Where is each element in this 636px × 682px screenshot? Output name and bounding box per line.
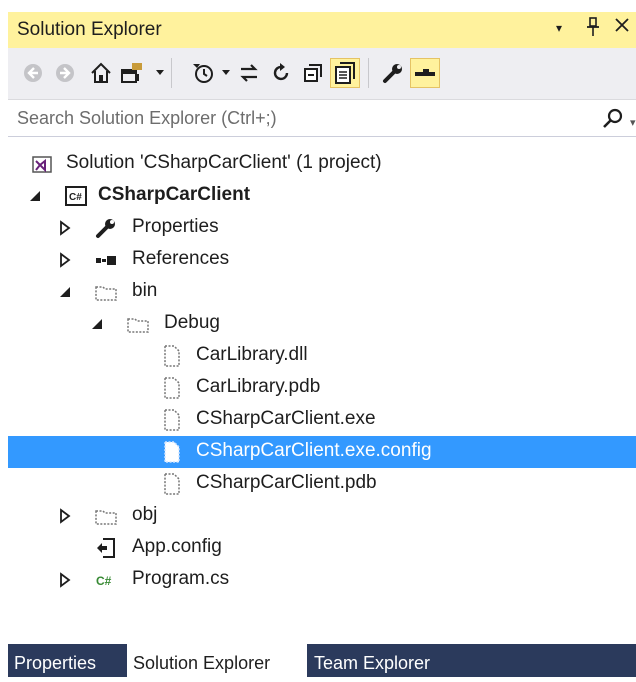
close-icon[interactable]	[614, 16, 630, 39]
switch-views-dropdown-icon[interactable]	[156, 70, 164, 75]
forward-icon[interactable]	[50, 58, 80, 88]
preview-selected-items-icon[interactable]	[410, 58, 440, 88]
solution-tree: Solution 'CSharpCarClient' (1 project) C…	[8, 137, 636, 642]
tree-item-label: CSharpCarClient.exe.config	[196, 440, 432, 461]
tab-solution-explorer[interactable]: Solution Explorer	[127, 644, 307, 677]
tree-item-label: Debug	[164, 312, 220, 333]
title-bar[interactable]: Solution Explorer ▾	[8, 12, 636, 48]
tree-item-file[interactable]: CSharpCarClient.pdb	[8, 468, 636, 500]
tree-item-obj[interactable]: obj	[8, 500, 636, 532]
search-input[interactable]	[8, 101, 588, 135]
tree-item-file[interactable]: CarLibrary.dll	[8, 340, 636, 372]
tree-item-label: CSharpCarClient	[98, 184, 251, 205]
svg-text:C#: C#	[69, 192, 82, 203]
switch-views-icon[interactable]	[118, 58, 148, 88]
tree-item-bin[interactable]: bin	[8, 276, 636, 308]
tree-item-program-cs[interactable]: C# Program.cs	[8, 564, 636, 596]
references-icon	[94, 248, 118, 272]
collapse-arrow-icon[interactable]	[58, 284, 72, 300]
file-hidden-icon	[160, 376, 184, 400]
bottom-tab-strip: Properties Solution Explorer Team Explor…	[8, 644, 636, 677]
filter-dropdown-icon[interactable]	[222, 70, 230, 75]
collapse-all-icon[interactable]	[298, 58, 328, 88]
collapse-arrow-icon[interactable]	[28, 188, 42, 204]
toolbar-separator	[368, 58, 369, 88]
config-file-icon	[94, 536, 118, 560]
tree-item-label: App.config	[132, 536, 222, 557]
tree-item-label: Properties	[132, 216, 219, 237]
tree-item-label: References	[132, 248, 230, 269]
refresh-icon[interactable]	[266, 58, 296, 88]
expand-arrow-icon[interactable]	[58, 508, 72, 524]
expand-arrow-icon[interactable]	[58, 252, 72, 268]
wrench-icon	[94, 216, 118, 240]
tree-item-label: CarLibrary.pdb	[196, 376, 321, 397]
expand-arrow-icon[interactable]	[58, 572, 72, 588]
csharp-project-icon: C#	[64, 184, 88, 208]
folder-hidden-icon	[126, 312, 150, 336]
toolbar	[8, 48, 636, 100]
tree-item-properties[interactable]: Properties	[8, 212, 636, 244]
tree-item-label: bin	[132, 280, 158, 301]
sync-with-active-document-icon[interactable]	[234, 58, 264, 88]
tree-item-label: obj	[132, 504, 158, 525]
file-hidden-icon	[160, 472, 184, 496]
home-icon[interactable]	[86, 58, 116, 88]
pending-changes-filter-icon[interactable]	[188, 58, 218, 88]
search-options-dropdown-icon[interactable]: ▾	[630, 116, 636, 129]
tree-item-label: CarLibrary.dll	[196, 344, 308, 365]
tree-item-label: Solution 'CSharpCarClient' (1 project)	[66, 152, 382, 173]
window-options-dropdown-icon[interactable]: ▾	[556, 21, 562, 35]
properties-wrench-icon[interactable]	[378, 58, 408, 88]
window-title: Solution Explorer	[17, 19, 162, 40]
collapse-arrow-icon[interactable]	[90, 316, 104, 332]
tree-item-debug[interactable]: Debug	[8, 308, 636, 340]
tree-item-label: CSharpCarClient.pdb	[196, 472, 377, 493]
csharp-file-icon: C#	[94, 568, 118, 592]
tab-properties[interactable]: Properties	[8, 644, 126, 677]
folder-hidden-icon	[94, 280, 118, 304]
file-hidden-icon	[160, 440, 184, 464]
file-hidden-icon	[160, 408, 184, 432]
solution-icon	[30, 152, 54, 176]
svg-text:C#: C#	[96, 574, 112, 588]
expand-arrow-icon[interactable]	[58, 220, 72, 236]
tree-item-project[interactable]: C# CSharpCarClient	[8, 180, 636, 212]
back-icon[interactable]	[18, 58, 48, 88]
file-hidden-icon	[160, 344, 184, 368]
search-box[interactable]: ▾	[8, 101, 636, 137]
tree-item-solution[interactable]: Solution 'CSharpCarClient' (1 project)	[8, 148, 636, 180]
toolbar-separator	[171, 58, 172, 88]
tree-item-label: Program.cs	[132, 568, 230, 589]
tree-item-file[interactable]: CSharpCarClient.exe	[8, 404, 636, 436]
folder-hidden-icon	[94, 504, 118, 528]
show-all-files-icon[interactable]	[330, 58, 360, 88]
tree-item-app-config[interactable]: App.config	[8, 532, 636, 564]
tree-item-file[interactable]: CarLibrary.pdb	[8, 372, 636, 404]
search-icon[interactable]	[602, 108, 624, 135]
solution-explorer-window: Solution Explorer ▾ Search Solution Expl…	[0, 0, 636, 677]
tree-item-file-selected[interactable]: CSharpCarClient.exe.config	[8, 436, 636, 468]
tab-team-explorer[interactable]: Team Explorer	[308, 644, 458, 677]
pin-icon[interactable]	[586, 17, 600, 42]
tree-item-label: CSharpCarClient.exe	[196, 408, 376, 429]
tree-item-references[interactable]: References	[8, 244, 636, 276]
